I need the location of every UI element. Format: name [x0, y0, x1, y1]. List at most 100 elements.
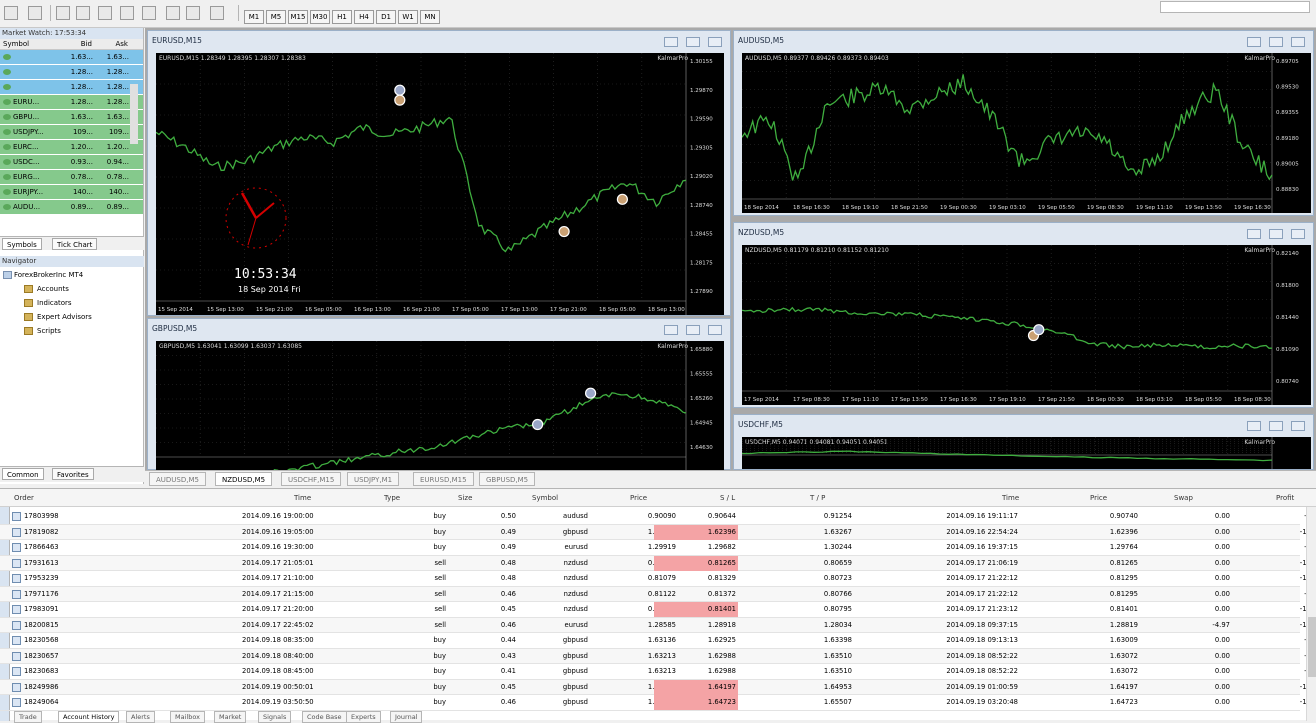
market-watch-row[interactable]: EURU... 1.28... 1.28... — [0, 95, 143, 110]
chart-window-nzdusd[interactable]: NZDUSD,M5 NZDUSD,M5 0.81179 0.81210 0.81… — [733, 222, 1314, 408]
close-icon[interactable] — [708, 37, 722, 47]
fibonacci-icon[interactable] — [142, 6, 156, 20]
col-close-price[interactable]: Price — [1090, 489, 1107, 507]
chart-tab[interactable]: NZDUSD,M5 — [215, 472, 273, 486]
market-watch-row[interactable]: 1.28... 1.28... — [0, 80, 143, 95]
col-order[interactable]: Order — [14, 489, 34, 507]
terminal-tab[interactable]: Experts — [346, 711, 381, 723]
history-row[interactable]: 18230568 2014.09.18 08:35:00 buy 0.44 gbpusd… — [0, 633, 1316, 649]
nav-accounts[interactable]: Accounts — [0, 282, 144, 296]
timeframe-m30-button[interactable]: M30 — [310, 10, 330, 24]
terminal-tab[interactable]: Account History — [58, 711, 120, 723]
market-watch-row[interactable]: EURG... 0.78... 0.78... — [0, 170, 143, 185]
timeframe-h1-button[interactable]: H1 — [332, 10, 352, 24]
chart-tab[interactable]: USDJPY,M1 — [347, 472, 400, 486]
market-watch-row[interactable]: USDC... 0.93... 0.94... — [0, 155, 143, 170]
terminal-tab[interactable]: Signals — [258, 711, 292, 723]
col-tp[interactable]: T / P — [810, 489, 825, 507]
market-watch-row[interactable]: EURC... 1.20... 1.20... — [0, 140, 143, 155]
market-watch-row[interactable]: 1.28... 1.28... — [0, 65, 143, 80]
timeframe-m15-button[interactable]: M15 — [288, 10, 308, 24]
col-swap[interactable]: Swap — [1174, 489, 1193, 507]
col-time[interactable]: Time — [294, 489, 311, 507]
history-row[interactable]: 17983091 2014.09.17 21:20:00 sell 0.45 nzdus… — [0, 602, 1316, 618]
market-watch-row[interactable]: USDJPY... 109... 109... — [0, 125, 143, 140]
market-watch-row[interactable]: EURJPY... 140... 140... — [0, 185, 143, 200]
history-scrollbar[interactable] — [1306, 507, 1316, 721]
chart-window-eurusd[interactable]: EURUSD,M15 EURUSD,M15 1.28349 1.28395 1.… — [147, 30, 731, 316]
chart-canvas[interactable]: AUDUSD,M5 0.89377 0.89426 0.89373 0.8940… — [742, 53, 1311, 213]
arrows-icon[interactable] — [210, 6, 224, 20]
restore-icon[interactable] — [1269, 421, 1283, 431]
history-row[interactable]: 17953239 2014.09.17 21:10:00 sell 0.48 nzdus… — [0, 571, 1316, 587]
search-input[interactable] — [1160, 1, 1310, 13]
restore-icon[interactable] — [1269, 229, 1283, 239]
nav-scripts[interactable]: Scripts — [0, 324, 144, 338]
chart-tab[interactable]: USDCHF,M15 — [281, 472, 342, 486]
history-row[interactable]: 18230657 2014.09.18 08:40:00 buy 0.43 gbpusd… — [0, 648, 1316, 664]
chart-window-audusd[interactable]: AUDUSD,M5 AUDUSD,M5 0.89377 0.89426 0.89… — [733, 30, 1314, 216]
horizontal-line-icon[interactable] — [76, 6, 90, 20]
history-row[interactable]: 17866463 2014.09.16 19:30:00 buy 0.49 eurusd… — [0, 540, 1316, 556]
trendline-icon[interactable] — [98, 6, 112, 20]
minimize-icon[interactable] — [1247, 37, 1261, 47]
history-row[interactable]: 18200815 2014.09.17 22:45:02 sell 0.46 eurus… — [0, 617, 1316, 633]
col-profit[interactable]: Profit — [1276, 489, 1294, 507]
timeframe-mn-button[interactable]: MN — [420, 10, 440, 24]
terminal-tab[interactable]: Mailbox — [170, 711, 205, 723]
col-bid[interactable]: Bid — [60, 39, 92, 49]
col-size[interactable]: Size — [458, 489, 472, 507]
chart-tab[interactable]: AUDUSD,M5 — [149, 472, 206, 486]
minimize-icon[interactable] — [664, 37, 678, 47]
terminal-tab[interactable]: Journal — [390, 711, 423, 723]
minimize-icon[interactable] — [664, 325, 678, 335]
tab-common[interactable]: Common — [2, 468, 44, 480]
chart-tab[interactable]: EURUSD,M15 — [413, 472, 474, 486]
cursor-icon[interactable] — [4, 6, 18, 20]
tab-favorites[interactable]: Favorites — [52, 468, 94, 480]
nav-root[interactable]: ForexBrokerInc MT4 — [0, 268, 144, 282]
history-row[interactable]: 17971176 2014.09.17 21:15:00 sell 0.46 nzdus… — [0, 586, 1316, 602]
channel-icon[interactable] — [120, 6, 134, 20]
history-row[interactable]: 18249064 2014.09.19 03:50:50 buy 0.46 gbpusd… — [0, 695, 1316, 711]
chart-canvas[interactable]: NZDUSD,M5 0.81179 0.81210 0.81152 0.8121… — [742, 245, 1311, 405]
col-symbol[interactable]: Symbol — [532, 489, 558, 507]
terminal-tab[interactable]: Trade — [14, 711, 42, 723]
col-price[interactable]: Price — [630, 489, 647, 507]
label-icon[interactable] — [186, 6, 200, 20]
nav-indicators[interactable]: Indicators — [0, 296, 144, 310]
tab-symbols[interactable]: Symbols — [2, 238, 42, 250]
chart-tab[interactable]: GBPUSD,M5 — [479, 472, 536, 486]
chart-window-usdchf[interactable]: USDCHF,M5 USDCHF,M5 0.94071 0.94081 0.94… — [733, 414, 1314, 470]
history-row[interactable]: 18230683 2014.09.18 08:45:00 buy 0.41 gbpusd… — [0, 664, 1316, 680]
tab-tick-chart[interactable]: Tick Chart — [52, 238, 98, 250]
crosshair-icon[interactable] — [28, 6, 42, 20]
chart-canvas[interactable]: EURUSD,M15 1.28349 1.28395 1.28307 1.283… — [156, 53, 724, 315]
timeframe-h4-button[interactable]: H4 — [354, 10, 374, 24]
restore-icon[interactable] — [686, 37, 700, 47]
market-watch-row[interactable]: GBPU... 1.63... 1.63... — [0, 110, 143, 125]
timeframe-d1-button[interactable]: D1 — [376, 10, 396, 24]
col-type[interactable]: Type — [384, 489, 400, 507]
close-icon[interactable] — [1291, 421, 1305, 431]
terminal-tab[interactable]: Code Base — [302, 711, 347, 723]
close-icon[interactable] — [1291, 229, 1305, 239]
minimize-icon[interactable] — [1247, 229, 1261, 239]
col-close-time[interactable]: Time — [1002, 489, 1019, 507]
minimize-icon[interactable] — [1247, 421, 1261, 431]
timeframe-m1-button[interactable]: M1 — [244, 10, 264, 24]
history-row[interactable]: 17931613 2014.09.17 21:05:01 sell 0.48 nzdus… — [0, 555, 1316, 571]
close-icon[interactable] — [1291, 37, 1305, 47]
timeframe-w1-button[interactable]: W1 — [398, 10, 418, 24]
restore-icon[interactable] — [686, 325, 700, 335]
col-symbol[interactable]: Symbol — [0, 39, 60, 49]
market-watch-row[interactable]: AUDU... 0.89... 0.89... — [0, 200, 143, 215]
chart-canvas[interactable]: GBPUSD,M5 1.63041 1.63099 1.63037 1.6308… — [156, 341, 724, 471]
history-row[interactable]: 17819082 2014.09.16 19:05:00 buy 0.49 gbpusd… — [0, 524, 1316, 540]
vertical-line-icon[interactable] — [56, 6, 70, 20]
chart-window-gbpusd[interactable]: GBPUSD,M5 GBPUSD,M5 1.63041 1.63099 1.63… — [147, 318, 731, 471]
history-row[interactable]: 18249986 2014.09.19 00:50:01 buy 0.45 gbpusd… — [0, 679, 1316, 695]
restore-icon[interactable] — [1269, 37, 1283, 47]
market-watch-scrollbar[interactable] — [130, 84, 138, 144]
market-watch-row[interactable]: 1.63... 1.63... — [0, 50, 143, 65]
